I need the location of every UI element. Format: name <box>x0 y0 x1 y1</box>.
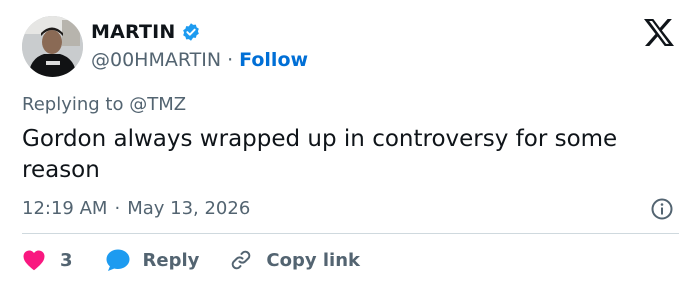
divider <box>22 233 679 234</box>
tweet-text: Gordon always wrapped up in controversy … <box>22 126 618 183</box>
like-count: 3 <box>60 249 73 271</box>
author-name-row: MARTIN <box>91 19 201 45</box>
like-button[interactable]: 3 <box>22 249 73 271</box>
verified-badge-icon <box>182 23 199 41</box>
tweet-time[interactable]: 12:19 AM <box>22 196 107 222</box>
x-logo-icon[interactable] <box>643 18 675 47</box>
speech-bubble-icon <box>106 249 130 271</box>
avatar[interactable] <box>22 16 83 77</box>
author-name[interactable]: MARTIN <box>91 21 176 43</box>
info-icon[interactable] <box>650 197 674 221</box>
reply-button[interactable]: Reply <box>105 248 200 272</box>
tweet-meta: 12:19 AM · May 13, 2026 <box>22 196 250 222</box>
action-bar: 3 Reply Copy link <box>22 245 360 275</box>
author-handle-row: @00HMARTIN · Follow <box>91 48 308 72</box>
reply-label: Reply <box>142 249 200 271</box>
author-handle[interactable]: @00HMARTIN <box>91 49 221 71</box>
replying-to: Replying to @TMZ <box>22 93 186 117</box>
link-icon <box>232 250 251 270</box>
avatar-image <box>22 16 83 77</box>
follow-button[interactable]: Follow <box>239 49 308 71</box>
replying-target-link[interactable]: @TMZ <box>129 94 186 115</box>
tweet-date[interactable]: May 13, 2026 <box>127 196 250 222</box>
heart-icon <box>23 250 45 271</box>
copy-link-label: Copy link <box>266 249 360 271</box>
replying-prefix: Replying to <box>22 94 124 115</box>
copy-link-button[interactable]: Copy link <box>229 248 360 272</box>
meta-separator: · <box>114 198 121 219</box>
handle-separator: · <box>227 49 234 71</box>
